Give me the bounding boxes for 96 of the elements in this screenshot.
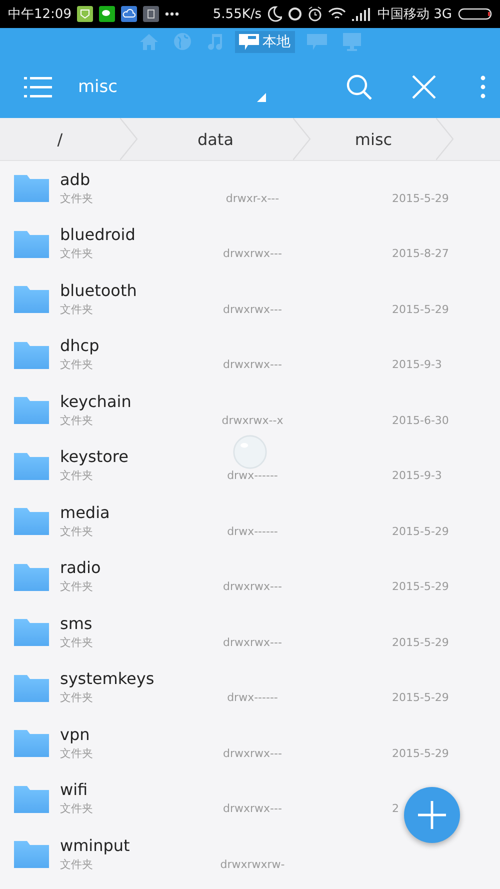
file-permissions: drwxr-x---: [226, 190, 280, 207]
file-name: sms: [60, 614, 92, 634]
file-name: adb: [60, 170, 90, 190]
breadcrumb-item[interactable]: /: [0, 118, 120, 160]
file-type: 文件夹: [60, 412, 93, 429]
breadcrumb-item[interactable]: data: [138, 118, 293, 160]
file-name: wifi: [60, 780, 88, 800]
carrier-name: 中国移动 3G: [378, 6, 452, 23]
more-notifications-icon: [165, 12, 180, 16]
file-type: 文件夹: [60, 190, 93, 207]
file-name: keychain: [60, 392, 132, 412]
folder-icon: [13, 729, 50, 758]
file-permissions: drwxrwx--x: [222, 412, 284, 429]
file-date: 2015-8-27: [392, 246, 449, 262]
moon-icon: [268, 6, 282, 22]
monitor-icon: [342, 32, 360, 50]
file-name: wminput: [60, 836, 130, 856]
folder-icon: [13, 674, 50, 703]
globe-icon: [174, 33, 190, 50]
search-button[interactable]: [346, 74, 372, 100]
shield-app-icon: [77, 6, 94, 22]
file-name: dhcp: [60, 336, 100, 356]
file-type: 文件夹: [60, 302, 93, 318]
sd-card-icon: [238, 34, 258, 50]
folder-icon: [13, 840, 50, 870]
file-permissions: drwxrwx---: [223, 579, 282, 596]
file-permissions: drwxrwx---: [223, 246, 282, 262]
network-speed: 5.55K/s: [212, 6, 262, 22]
folder-icon: [13, 230, 50, 259]
more-options-button[interactable]: [480, 74, 486, 98]
file-type: 文件夹: [60, 856, 93, 873]
file-type: 文件夹: [60, 634, 93, 651]
alarm-clock-icon: [308, 6, 322, 22]
wifi-icon: [328, 7, 346, 21]
dropdown-triangle-icon[interactable]: [257, 93, 266, 102]
file-date: 2015-9-3: [392, 468, 442, 484]
file-type: 文件夹: [60, 801, 93, 818]
folder-icon: [13, 285, 50, 314]
file-type: 文件夹: [60, 690, 93, 706]
folder-icon: [13, 340, 50, 370]
menu-button[interactable]: [24, 76, 52, 98]
app-icon: [143, 6, 160, 22]
music-note-icon: [206, 32, 222, 50]
file-permissions: drwxrwx---: [223, 302, 282, 318]
file-date: 2015-5-29: [392, 746, 449, 762]
file-permissions: drwxrwx---: [223, 746, 282, 762]
file-name: vpn: [60, 724, 90, 745]
home-icon: [140, 34, 158, 50]
plus-icon: [418, 801, 446, 829]
file-name: media: [60, 502, 110, 523]
file-name: bluedroid: [60, 225, 136, 246]
status-time: 中午12:09: [8, 6, 72, 23]
file-permissions: drwxrwxrw-: [220, 856, 285, 873]
folder-icon: [13, 174, 50, 204]
card-icon: [306, 34, 326, 50]
folder-icon: [13, 784, 50, 814]
folder-icon: [13, 396, 50, 426]
file-type: 文件夹: [60, 746, 93, 762]
battery-icon: [458, 8, 492, 20]
file-date: 2015-5-29: [392, 634, 449, 651]
signal-icon: [352, 7, 372, 21]
close-button[interactable]: [412, 74, 436, 98]
file-permissions: drwxrwx---: [223, 801, 282, 818]
file-date: 2015-5-29: [392, 579, 449, 596]
file-date: 2015-5-29: [392, 190, 449, 207]
file-permissions: drwx------: [227, 690, 278, 706]
loading-bubble-icon: [232, 434, 268, 470]
file-type: 文件夹: [60, 468, 93, 484]
file-date: 2015-5-29: [392, 524, 449, 540]
file-name: radio: [60, 558, 101, 578]
folder-title: misc: [78, 76, 118, 96]
file-date: 2015-6-30: [392, 412, 449, 429]
sync-icon: [288, 7, 302, 21]
file-name: keystore: [60, 447, 128, 468]
file-permissions: drwx------: [227, 468, 278, 484]
breadcrumb-item[interactable]: misc: [311, 118, 436, 160]
cloud-app-icon: [121, 6, 138, 22]
file-date: 2015-9-3: [392, 357, 442, 374]
file-name: systemkeys: [60, 669, 154, 690]
folder-icon: [13, 507, 50, 536]
add-button[interactable]: [404, 787, 460, 843]
file-name: bluetooth: [60, 280, 137, 301]
file-permissions: drwxrwx---: [223, 357, 282, 374]
file-type: 文件夹: [60, 524, 93, 540]
file-type: 文件夹: [60, 357, 93, 374]
file-date: 2015-5-29: [392, 690, 449, 706]
file-type: 文件夹: [60, 246, 93, 262]
file-type: 文件夹: [60, 579, 93, 596]
file-date: 2015-5-29: [392, 302, 449, 318]
folder-icon: [13, 562, 50, 592]
folder-icon: [13, 618, 50, 648]
folder-icon: [13, 452, 50, 481]
file-permissions: drwxrwx---: [223, 634, 282, 651]
chat-app-icon: [99, 6, 116, 22]
file-date: 2: [392, 801, 399, 818]
file-permissions: drwx------: [227, 524, 278, 540]
